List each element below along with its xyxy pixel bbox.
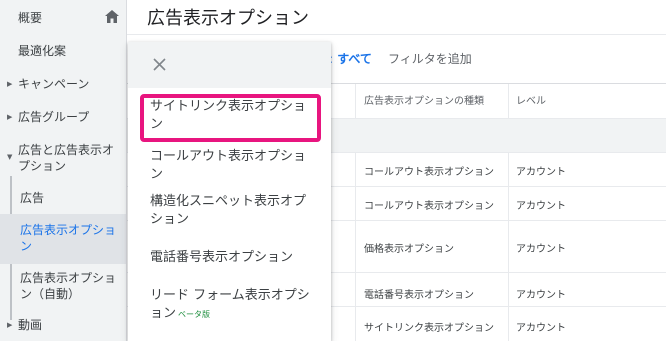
- sidebar-item-label: 概要: [18, 11, 43, 25]
- sidebar-item-auto-extensions[interactable]: 広告表示オプション（自動）: [0, 270, 126, 302]
- caret-right-icon: ▶: [7, 80, 13, 88]
- sidebar-item-label: 最適化案: [18, 44, 67, 58]
- add-filter-button[interactable]: フィルタを追加: [388, 50, 472, 67]
- caret-right-icon: ▶: [7, 321, 13, 329]
- filter-value: すべて: [337, 52, 372, 66]
- table-cell-type: 価格表示オプション: [364, 244, 454, 255]
- sidebar-item-label: 広告と広告表示オプション: [18, 143, 115, 173]
- sidebar-item-label: 広告表示オプション（自動）: [20, 271, 117, 301]
- sidebar-item-videos[interactable]: ▶ 動画: [0, 317, 126, 333]
- sidebar-item-campaigns[interactable]: ▶ キャンペーン: [0, 76, 126, 92]
- sidebar-item-label: キャンペーン: [18, 77, 90, 91]
- sidebar-item-recommendations[interactable]: 最適化案: [0, 43, 126, 59]
- sidebar-item-label: 広告グループ: [18, 110, 90, 124]
- page-title: 広告表示オプション: [147, 8, 309, 29]
- caret-down-icon: ▼: [7, 153, 13, 161]
- sidebar-item-ad-groups[interactable]: ▶ 広告グループ: [0, 109, 126, 125]
- menu-item-callout[interactable]: コールアウト表示オプション: [150, 148, 318, 184]
- sidebar-item-label: 動画: [18, 318, 43, 332]
- table-cell-type: 電話番号表示オプション: [364, 290, 474, 301]
- table-cell-level: アカウント: [516, 201, 566, 212]
- sidebar-item-label: 広告: [20, 191, 45, 205]
- sidebar: 概要 最適化案 ▶ キャンペーン ▶ 広告グループ ▼ 広告と広告表示オプション…: [0, 0, 127, 341]
- table-cell-type: コールアウト表示オプション: [364, 201, 494, 212]
- menu-item-lead-form[interactable]: リード フォーム表示オプション ベータ版: [150, 287, 318, 324]
- table-cell-type: サイトリンク表示オプション: [364, 323, 494, 334]
- sidebar-item-label: 広告表示オプション: [20, 223, 117, 253]
- menu-item-structured-snippet[interactable]: 構造化スニペット表示オプション: [150, 193, 318, 229]
- column-header-type[interactable]: 広告表示オプションの種類: [364, 92, 484, 107]
- table-cell-type: コールアウト表示オプション: [364, 167, 494, 178]
- sidebar-item-ads[interactable]: 広告: [0, 190, 126, 206]
- table-cell-level: アカウント: [516, 323, 566, 334]
- menu-header: [128, 42, 331, 88]
- table-cell-level: アカウント: [516, 290, 566, 301]
- sidebar-item-overview[interactable]: 概要: [0, 10, 126, 26]
- menu-item-sitelink[interactable]: サイトリンク表示オプション: [150, 98, 318, 134]
- menu-item-label: リード フォーム表示オプション: [150, 288, 310, 321]
- close-icon[interactable]: [153, 58, 166, 71]
- sidebar-item-ads-and-extensions[interactable]: ▼ 広告と広告表示オプション: [0, 142, 126, 174]
- column-header-level[interactable]: レベル: [516, 92, 546, 107]
- caret-right-icon: ▶: [7, 113, 13, 121]
- menu-item-call[interactable]: 電話番号表示オプション: [150, 249, 318, 267]
- table-cell-level: アカウント: [516, 167, 566, 178]
- table-cell-level: アカウント: [516, 244, 566, 255]
- sidebar-item-ad-extensions[interactable]: 広告表示オプション: [0, 214, 126, 264]
- extension-type-menu: サイトリンク表示オプション コールアウト表示オプション 構造化スニペット表示オプ…: [128, 42, 331, 341]
- beta-badge: ベータ版: [178, 310, 211, 319]
